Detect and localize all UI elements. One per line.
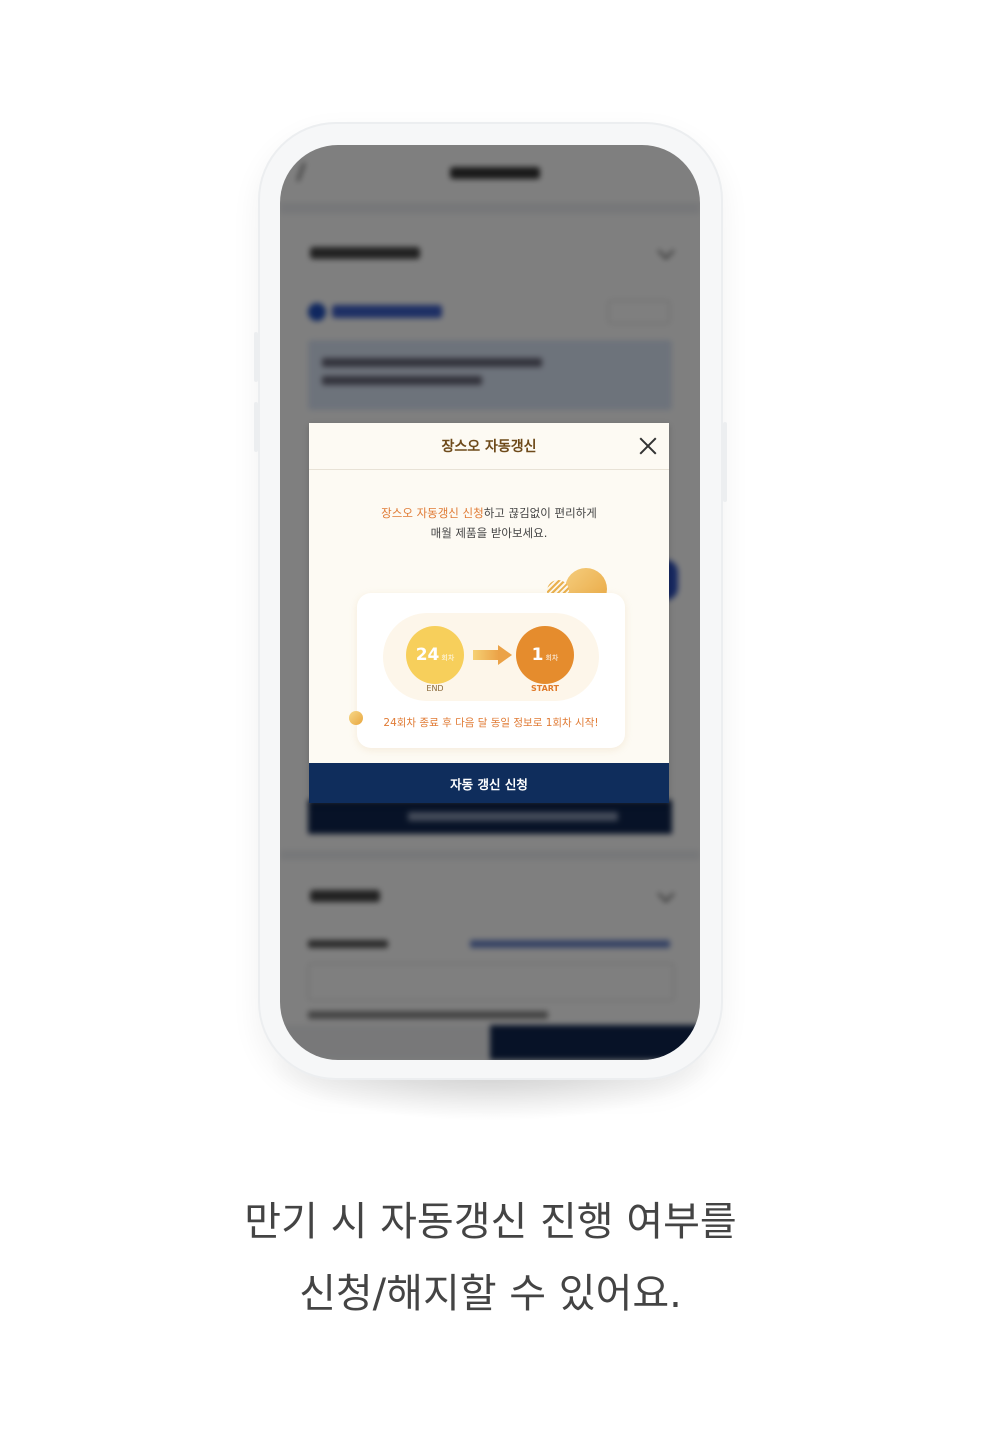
description-line1-rest: 하고 끊김없이 편리하게: [483, 506, 597, 520]
end-round-circle: 24 회차: [406, 626, 464, 684]
start-round-unit: 회차: [545, 654, 559, 662]
caption: 만기 시 자동갱신 진행 여부를 신청/해지할 수 있어요.: [0, 1186, 981, 1330]
start-label: START: [530, 684, 560, 693]
modal-header: 장스오 자동갱신: [309, 423, 669, 470]
arrow-right-icon: [473, 650, 499, 660]
renewal-note: 24회차 종료 후 다음 달 동일 정보로 1회차 시작!: [383, 717, 599, 729]
caption-line2: 신청/해지할 수 있어요.: [299, 1271, 682, 1317]
apply-auto-renewal-button[interactable]: 자동 갱신 신청: [309, 763, 669, 803]
start-round-number: 1: [531, 645, 544, 665]
phone-side-button: [254, 332, 258, 382]
description-line2: 매월 제품을 받아보세요.: [430, 526, 548, 540]
close-icon[interactable]: [637, 435, 659, 457]
end-label: END: [426, 684, 444, 693]
arrow-right-icon-head: [498, 645, 512, 665]
auto-renewal-modal: 장스오 자동갱신 장스오 자동갱신 신청하고 끊김없이 편리하게 매월 제품을 …: [309, 423, 669, 803]
modal-description: 장스오 자동갱신 신청하고 끊김없이 편리하게 매월 제품을 받아보세요.: [309, 503, 669, 543]
phone-side-button: [254, 402, 258, 452]
start-round-circle: 1 회차: [516, 626, 574, 684]
renewal-diagram-card: 24 회차 1 회차 END START 24회차 종료 후 다음 달 동일 정보로…: [349, 593, 625, 748]
caption-line1: 만기 시 자동갱신 진행 여부를: [244, 1199, 737, 1245]
modal-title: 장스오 자동갱신: [441, 439, 537, 455]
end-round-unit: 회차: [441, 654, 455, 662]
description-highlight: 장스오 자동갱신 신청: [381, 506, 484, 520]
end-round-number: 24: [415, 645, 440, 665]
phone-side-button: [723, 422, 727, 502]
